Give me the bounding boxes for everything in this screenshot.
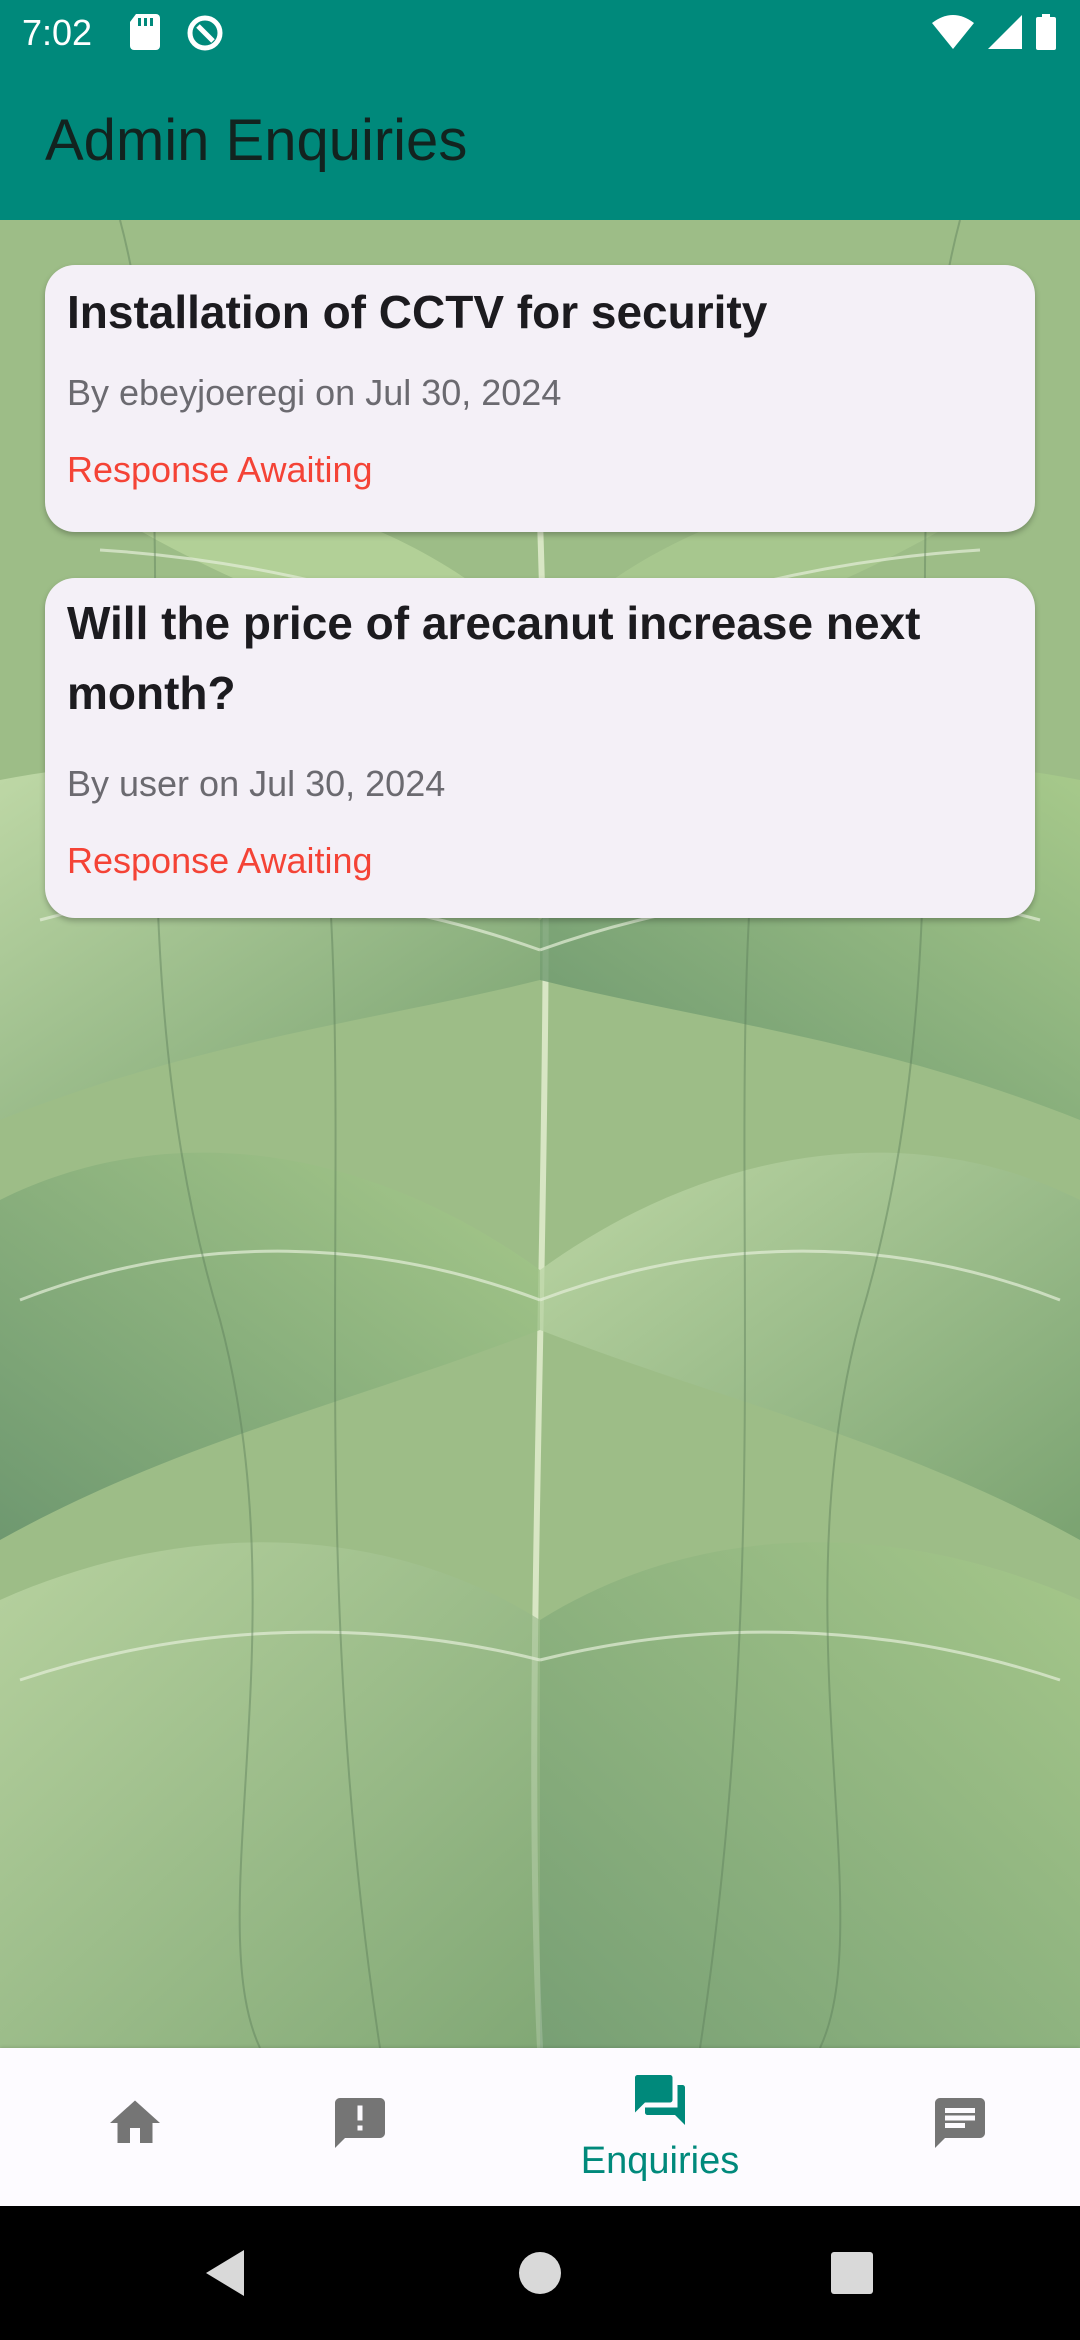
enquiries-list[interactable]: Installation of CCTV for security By ebe… [0,220,1080,2048]
nav-label-enquiries: Enquiries [580,2140,740,2182]
sync-icon [186,14,224,57]
bottom-navigation: Enquiries [0,2048,1080,2206]
enquiry-status: Response Awaiting [67,449,373,490]
nav-item-report[interactable] [225,2048,495,2206]
enquiry-status: Response Awaiting [67,840,373,881]
screen: 7:02 Admin Enquiries Installation of CCT… [0,0,1080,2340]
app-bar: Admin Enquiries [0,66,1080,220]
status-bar: 7:02 [0,0,1080,66]
nav-item-feed[interactable] [825,2048,1080,2206]
report-icon [335,2098,385,2148]
enquiry-title: Will the price of arecanut increase next… [67,597,921,719]
forum-icon [635,2075,685,2125]
page-title: Admin Enquiries [45,108,468,173]
enquiry-title: Installation of CCTV for security [67,286,768,338]
signal-icon [988,15,1022,54]
home-icon [110,2100,160,2143]
wifi-icon [932,15,974,54]
sd-card-icon [130,14,160,57]
back-icon[interactable] [202,2246,252,2300]
enquiry-card[interactable]: Installation of CCTV for security By ebe… [45,265,1035,532]
battery-icon [1036,14,1056,55]
system-navigation-bar [0,2206,1080,2340]
status-right-icons [932,14,1056,55]
feed-icon [935,2098,985,2148]
status-left-icons [130,14,224,57]
status-time: 7:02 [22,12,93,53]
home-button-icon[interactable] [518,2246,562,2300]
enquiry-meta: By user on Jul 30, 2024 [67,763,446,804]
recents-icon[interactable] [830,2246,874,2300]
enquiry-card[interactable]: Will the price of arecanut increase next… [45,578,1035,918]
nav-item-enquiries[interactable]: Enquiries [525,2048,795,2206]
enquiry-meta: By ebeyjoeregi on Jul 30, 2024 [67,372,562,413]
